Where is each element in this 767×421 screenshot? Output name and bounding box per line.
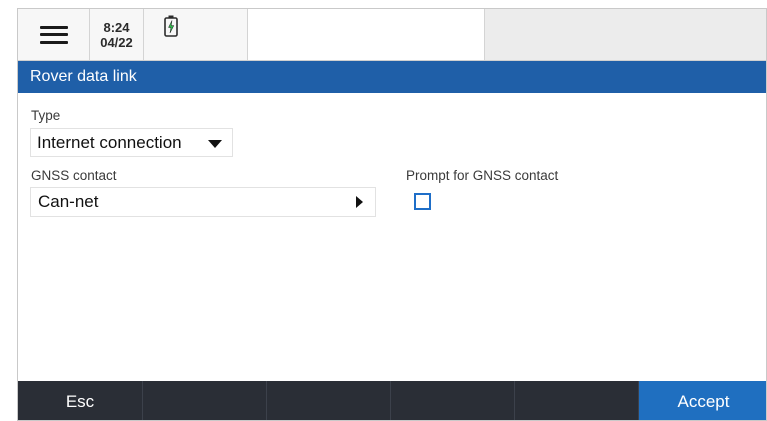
softkey-2[interactable] — [143, 381, 267, 420]
type-dropdown[interactable]: Internet connection — [30, 128, 233, 157]
softkey-4[interactable] — [391, 381, 515, 420]
esc-button[interactable]: Esc — [18, 381, 143, 420]
menu-button[interactable] — [18, 9, 90, 60]
status-bar-area-right — [485, 9, 766, 60]
form-area: Type Internet connection GNSS contact Ca… — [18, 93, 766, 381]
softkey-bar: Esc Accept — [18, 381, 766, 420]
battery-charging-icon — [164, 15, 178, 37]
hamburger-menu-icon — [39, 25, 68, 44]
gnss-contact-label: GNSS contact — [31, 168, 117, 183]
clock-time: 8:24 — [103, 19, 130, 35]
type-label: Type — [31, 108, 61, 123]
page-title: Rover data link — [18, 61, 766, 93]
status-bar-area — [248, 9, 485, 60]
caret-down-icon — [208, 140, 222, 148]
app-window: 8:24 04/22 Rover data link Type Internet… — [17, 8, 767, 421]
prompt-gnss-contact-label: Prompt for GNSS contact — [406, 168, 559, 183]
softkey-5[interactable] — [515, 381, 639, 420]
clock[interactable]: 8:24 04/22 — [90, 9, 144, 60]
battery-status[interactable] — [144, 9, 248, 60]
type-dropdown-value: Internet connection — [37, 133, 182, 152]
clock-date: 04/22 — [100, 34, 133, 50]
gnss-contact-field[interactable]: Can-net — [30, 187, 376, 217]
accept-button[interactable]: Accept — [639, 381, 766, 420]
prompt-gnss-contact-checkbox[interactable] — [414, 193, 431, 210]
gnss-contact-value: Can-net — [38, 192, 99, 211]
softkey-3[interactable] — [267, 381, 391, 420]
status-bar: 8:24 04/22 — [18, 9, 766, 61]
caret-right-icon[interactable] — [356, 196, 363, 208]
